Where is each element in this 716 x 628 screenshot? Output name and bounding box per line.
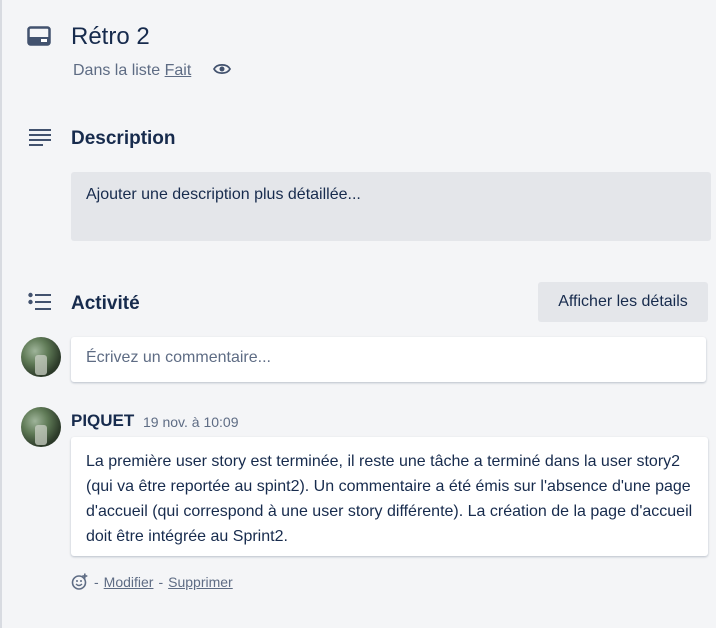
comment-actions: - Modifier - Supprimer bbox=[71, 573, 233, 591]
description-editor[interactable]: Ajouter une description plus détaillée..… bbox=[71, 172, 711, 241]
comment-input[interactable]: Écrivez un commentaire... bbox=[71, 337, 706, 382]
add-reaction-icon[interactable] bbox=[71, 573, 89, 591]
description-heading: Description bbox=[71, 128, 176, 149]
list-prefix: Dans la liste bbox=[73, 62, 161, 79]
avatar[interactable] bbox=[21, 337, 61, 377]
card-icon bbox=[27, 26, 51, 46]
list-location: Dans la liste Fait bbox=[73, 61, 191, 81]
left-border bbox=[0, 0, 2, 628]
comment-text: La première user story est terminée, il … bbox=[71, 437, 708, 556]
comment-author-avatar[interactable] bbox=[21, 407, 61, 447]
edit-comment-link[interactable]: Modifier bbox=[104, 574, 154, 590]
comment-author[interactable]: PIQUET bbox=[71, 411, 134, 431]
activity-list-icon bbox=[28, 292, 52, 312]
separator: - bbox=[94, 574, 99, 590]
eye-icon[interactable] bbox=[212, 62, 232, 81]
show-details-button[interactable]: Afficher les détails bbox=[538, 282, 708, 322]
separator: - bbox=[158, 574, 164, 590]
list-link[interactable]: Fait bbox=[165, 62, 192, 79]
card-title[interactable]: Rétro 2 bbox=[71, 22, 150, 52]
delete-comment-link[interactable]: Supprimer bbox=[168, 574, 233, 590]
comment-timestamp[interactable]: 19 nov. à 10:09 bbox=[143, 414, 238, 430]
activity-heading: Activité bbox=[71, 293, 140, 314]
description-lines-icon bbox=[29, 128, 51, 146]
